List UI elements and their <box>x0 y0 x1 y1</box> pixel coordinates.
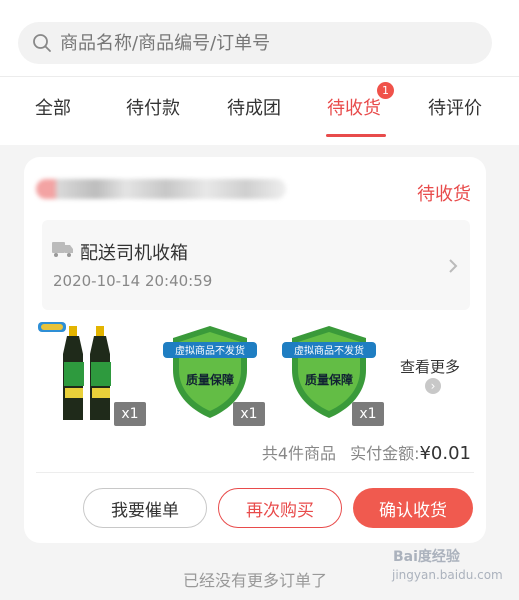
tab-all[interactable]: 全部 <box>35 94 71 120</box>
delivery-info[interactable] <box>42 220 470 310</box>
search-icon <box>33 34 51 52</box>
item-quantity: x1 <box>114 402 146 426</box>
product-image-soy-sauce[interactable]: x1 <box>36 318 146 426</box>
watermark-url: jingyan.baidu.com <box>392 568 503 582</box>
chevron-right-icon <box>449 259 458 273</box>
tab-pending-group[interactable]: 待成团 <box>227 94 281 120</box>
svg-text:虚拟商品不发货: 虚拟商品不发货 <box>175 344 245 357</box>
rebuy-button[interactable]: 再次购买 <box>218 488 342 528</box>
item-count: 共4件商品 <box>261 444 337 463</box>
item-quantity: x1 <box>233 402 265 426</box>
tab-badge: 1 <box>377 82 394 99</box>
order-status: 待收货 <box>417 184 471 205</box>
order-summary: 共4件商品 实付金额:¥0.01 <box>262 440 471 464</box>
store-name-blurred[interactable] <box>36 179 286 199</box>
paid-amount: ¥0.01 <box>419 443 471 464</box>
svg-text:质量保障: 质量保障 <box>305 372 353 387</box>
tab-pending-receipt[interactable]: 待收货 <box>327 94 381 120</box>
view-more-link[interactable]: 查看更多 <box>400 356 460 377</box>
watermark-brand: Bai度经验 <box>393 549 460 565</box>
item-quantity: x1 <box>352 402 384 426</box>
svg-text:虚拟商品不发货: 虚拟商品不发货 <box>294 344 364 357</box>
urge-order-button[interactable]: 我要催单 <box>83 488 207 528</box>
search-input[interactable] <box>60 32 460 54</box>
tab-pending-review[interactable]: 待评价 <box>428 94 482 120</box>
truck-icon <box>52 242 73 257</box>
delivery-title: 配送司机收箱 <box>80 243 188 264</box>
card-divider <box>36 472 474 473</box>
active-tab-indicator <box>326 134 386 137</box>
chevron-right-circle-icon[interactable]: › <box>425 378 441 394</box>
header-divider <box>0 76 519 77</box>
delivery-time: 2020-10-14 20:40:59 <box>53 272 213 290</box>
product-image-shield[interactable]: 虚拟商品不发货 质量保障 x1 <box>155 318 265 426</box>
paid-label: 实付金额: <box>350 444 420 463</box>
product-image-shield[interactable]: 虚拟商品不发货 质量保障 x1 <box>274 318 384 426</box>
tab-pending-payment[interactable]: 待付款 <box>126 94 180 120</box>
confirm-receipt-button[interactable]: 确认收货 <box>353 488 473 528</box>
search-bar[interactable] <box>18 22 492 64</box>
svg-text:质量保障: 质量保障 <box>186 372 234 387</box>
